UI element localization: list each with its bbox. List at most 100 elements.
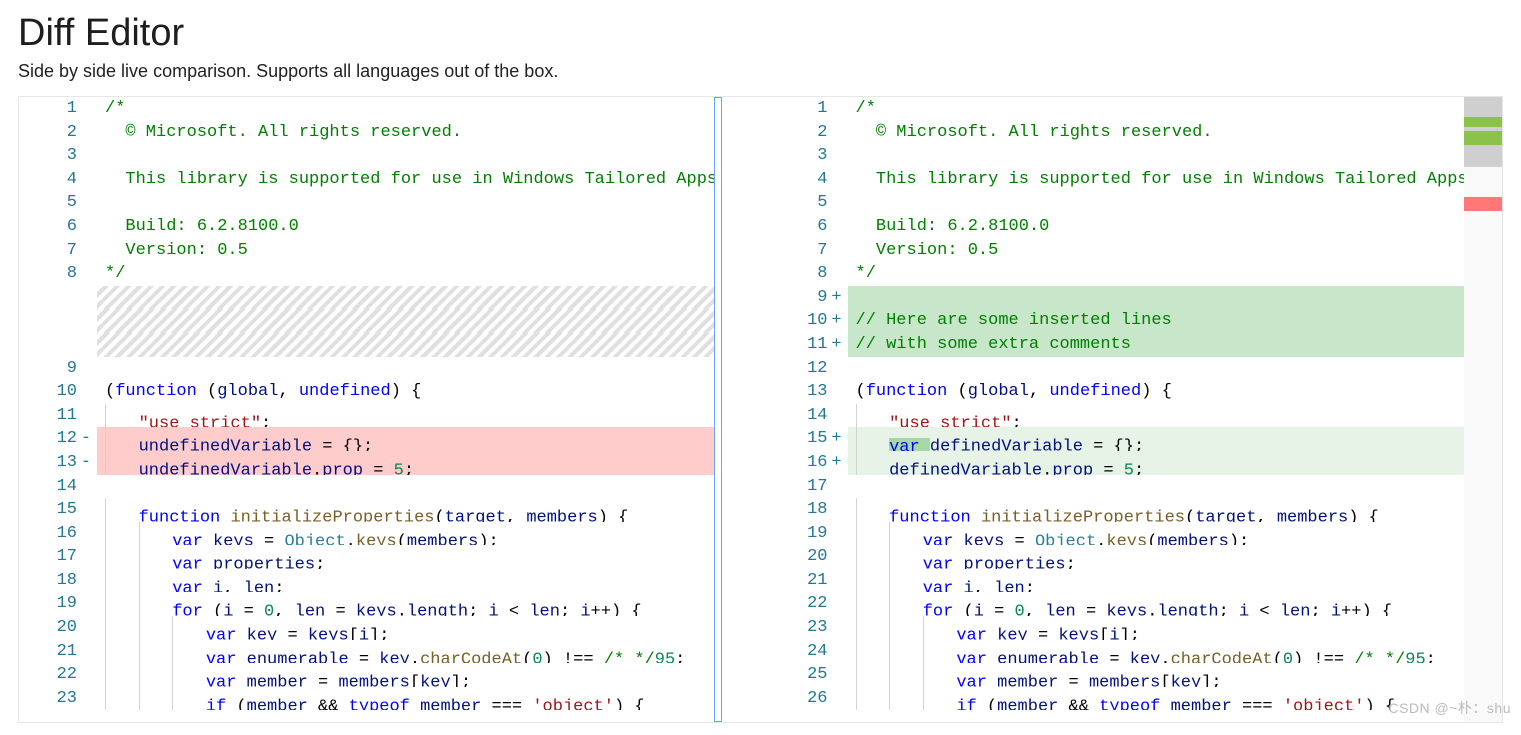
code-content[interactable]: var i, len; [97,569,714,593]
code-content[interactable] [97,357,714,381]
code-row[interactable]: 16 var keys = Object.keys(members); [19,522,714,546]
code-row[interactable]: 22 for (i = 0, len = keys.length; i < le… [770,592,1465,616]
code-content[interactable]: Version: 0.5 [97,239,714,263]
code-content[interactable] [97,144,714,168]
code-row[interactable]: 13(function (global, undefined) { [770,380,1465,404]
code-content[interactable] [97,475,714,499]
splitter-handle[interactable] [714,97,722,722]
code-row[interactable]: 16+ definedVariable.prop = 5; [770,451,1465,475]
code-content[interactable]: Build: 6.2.8100.0 [97,215,714,239]
code-row[interactable]: 4 This library is supported for use in W… [19,168,714,192]
code-row[interactable]: 18 var i, len; [19,569,714,593]
code-row[interactable]: 6 Build: 6.2.8100.0 [770,215,1465,239]
code-row[interactable]: 1/* [770,97,1465,121]
code-row[interactable]: 22 var member = members[key]; [19,663,714,687]
code-content[interactable]: var enumerable = key.charCodeAt(0) !== /… [97,640,714,664]
code-content[interactable]: © Microsoft. All rights reserved. [848,121,1465,145]
code-content[interactable]: Build: 6.2.8100.0 [848,215,1465,239]
code-content[interactable]: function initializeProperties(target, me… [97,498,714,522]
diff-overview-ruler[interactable] [1464,97,1502,722]
code-row[interactable]: 9 [19,357,714,381]
code-content[interactable]: This library is supported for use in Win… [848,168,1465,192]
code-row[interactable]: 12- undefinedVariable = {}; [19,427,714,451]
left-scrollbar[interactable] [722,97,770,722]
code-content[interactable]: var key = keys[i]; [97,616,714,640]
code-content[interactable] [97,309,714,333]
code-row[interactable]: 7 Version: 0.5 [19,239,714,263]
code-row[interactable]: 8*/ [19,262,714,286]
code-row[interactable]: 5 [770,191,1465,215]
code-content[interactable] [848,475,1465,499]
code-row[interactable]: 23 if (member && typeof member === 'obje… [19,687,714,711]
code-row[interactable]: 15 function initializeProperties(target,… [19,498,714,522]
code-row[interactable]: 3 [19,144,714,168]
code-row[interactable]: 17 var properties; [19,545,714,569]
code-row[interactable]: 4 This library is supported for use in W… [770,168,1465,192]
code-content[interactable]: var properties; [97,545,714,569]
code-row[interactable] [19,309,714,333]
code-content[interactable]: var enumerable = key.charCodeAt(0) !== /… [848,640,1465,664]
code-content[interactable]: /* [97,97,714,121]
code-content[interactable]: © Microsoft. All rights reserved. [97,121,714,145]
code-content[interactable] [97,333,714,357]
code-content[interactable]: if (member && typeof member === 'object'… [97,687,714,711]
code-row[interactable]: 20 var properties; [770,545,1465,569]
code-content[interactable]: */ [848,262,1465,286]
diff-left-pane[interactable]: 1/*2 © Microsoft. All rights reserved.34… [19,97,714,722]
code-row[interactable]: 26 if (member && typeof member === 'obje… [770,687,1465,711]
code-row[interactable]: 15+ var definedVariable = {}; [770,427,1465,451]
code-content[interactable]: (function (global, undefined) { [97,380,714,404]
code-row[interactable]: 23 var key = keys[i]; [770,616,1465,640]
code-row[interactable]: 13- undefinedVariable.prop = 5; [19,451,714,475]
code-content[interactable]: var key = keys[i]; [848,616,1465,640]
code-row[interactable]: 3 [770,144,1465,168]
code-content[interactable]: // with some extra comments [848,333,1465,357]
code-row[interactable]: 19 var keys = Object.keys(members); [770,522,1465,546]
code-row[interactable]: 11+// with some extra comments [770,333,1465,357]
code-row[interactable]: 20 var key = keys[i]; [19,616,714,640]
code-row[interactable]: 25 var member = members[key]; [770,663,1465,687]
code-row[interactable]: 17 [770,475,1465,499]
code-content[interactable]: undefinedVariable = {}; [97,427,714,451]
code-row[interactable]: 2 © Microsoft. All rights reserved. [19,121,714,145]
code-content[interactable]: var member = members[key]; [848,663,1465,687]
code-content[interactable] [848,357,1465,381]
code-content[interactable]: undefinedVariable.prop = 5; [97,451,714,475]
code-row[interactable]: 11 "use strict"; [19,404,714,428]
diff-splitter[interactable] [714,97,770,722]
code-content[interactable]: var member = members[key]; [97,663,714,687]
code-content[interactable] [97,191,714,215]
code-row[interactable]: 21 var i, len; [770,569,1465,593]
code-content[interactable] [848,286,1465,310]
code-content[interactable]: var keys = Object.keys(members); [848,522,1465,546]
code-content[interactable]: for (i = 0, len = keys.length; i < len; … [97,592,714,616]
code-content[interactable]: var i, len; [848,569,1465,593]
code-row[interactable]: 14 "use strict"; [770,404,1465,428]
code-content[interactable] [848,191,1465,215]
code-row[interactable]: 21 var enumerable = key.charCodeAt(0) !=… [19,640,714,664]
code-row[interactable]: 2 © Microsoft. All rights reserved. [770,121,1465,145]
code-content[interactable]: "use strict"; [848,404,1465,428]
diff-right-pane[interactable]: 1/*2 © Microsoft. All rights reserved.34… [770,97,1465,722]
code-row[interactable] [19,333,714,357]
code-content[interactable]: if (member && typeof member === 'object'… [848,687,1465,711]
code-row[interactable]: 12 [770,357,1465,381]
code-row[interactable]: 6 Build: 6.2.8100.0 [19,215,714,239]
code-content[interactable]: This library is supported for use in Win… [97,168,714,192]
code-row[interactable]: 7 Version: 0.5 [770,239,1465,263]
code-row[interactable]: 8*/ [770,262,1465,286]
code-content[interactable]: for (i = 0, len = keys.length; i < len; … [848,592,1465,616]
code-content[interactable]: Version: 0.5 [848,239,1465,263]
code-content[interactable]: "use strict"; [97,404,714,428]
code-row[interactable]: 10(function (global, undefined) { [19,380,714,404]
code-content[interactable] [848,144,1465,168]
code-row[interactable]: 5 [19,191,714,215]
code-row[interactable]: 19 for (i = 0, len = keys.length; i < le… [19,592,714,616]
code-content[interactable] [97,286,714,310]
code-content[interactable]: (function (global, undefined) { [848,380,1465,404]
code-content[interactable]: var definedVariable = {}; [848,427,1465,451]
code-row[interactable]: 9+ [770,286,1465,310]
code-row[interactable]: 24 var enumerable = key.charCodeAt(0) !=… [770,640,1465,664]
code-row[interactable]: 14 [19,475,714,499]
code-content[interactable]: var properties; [848,545,1465,569]
